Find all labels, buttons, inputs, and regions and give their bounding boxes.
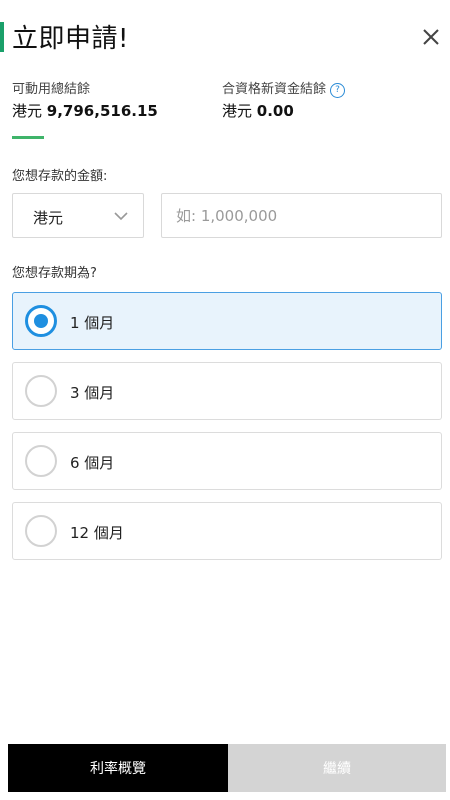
eligible-balance-label: 合資格新資金結餘	[222, 82, 327, 97]
page-title: 立即申請!	[12, 24, 129, 54]
close-icon[interactable]	[418, 24, 444, 50]
term-option-label: 1 個月	[70, 314, 115, 332]
term-option-label: 3 個月	[70, 384, 115, 402]
amount-input[interactable]	[161, 193, 442, 238]
term-question: 您想存款期為?	[12, 266, 97, 281]
term-option-label: 12 個月	[70, 524, 124, 542]
help-icon[interactable]: ?	[330, 83, 346, 98]
eligible-balance-currency: 港元	[222, 102, 253, 120]
rates-overview-button[interactable]: 利率概覽	[8, 744, 228, 792]
currency-select-value: 港元	[33, 209, 64, 227]
eligible-balance-value: 港元 0.00	[222, 100, 294, 121]
continue-button[interactable]: 繼續	[228, 744, 446, 792]
currency-select[interactable]: 港元	[12, 193, 144, 238]
available-balance-value: 港元 9,796,516.15	[12, 100, 158, 121]
balance-divider	[12, 136, 44, 139]
radio-selected-icon	[25, 305, 57, 337]
chevron-down-icon	[114, 212, 128, 221]
term-option-1-month[interactable]: 1 個月	[12, 292, 442, 350]
eligible-balance-amount: 0.00	[256, 102, 294, 120]
radio-dot	[34, 314, 48, 328]
term-option-label: 6 個月	[70, 454, 115, 472]
term-option-3-months[interactable]: 3 個月	[12, 362, 442, 420]
radio-unselected-icon	[25, 445, 57, 477]
available-balance-amount: 9,796,516.15	[46, 102, 158, 120]
term-option-12-months[interactable]: 12 個月	[12, 502, 442, 560]
radio-unselected-icon	[25, 375, 57, 407]
amount-question: 您想存款的金額:	[12, 169, 108, 184]
eligible-balance-label-row: 合資格新資金結餘?	[222, 78, 346, 98]
available-balance-label: 可動用總結餘	[12, 82, 91, 97]
title-accent-bar	[0, 22, 4, 52]
radio-unselected-icon	[25, 515, 57, 547]
available-balance-currency: 港元	[12, 102, 43, 120]
term-option-6-months[interactable]: 6 個月	[12, 432, 442, 490]
